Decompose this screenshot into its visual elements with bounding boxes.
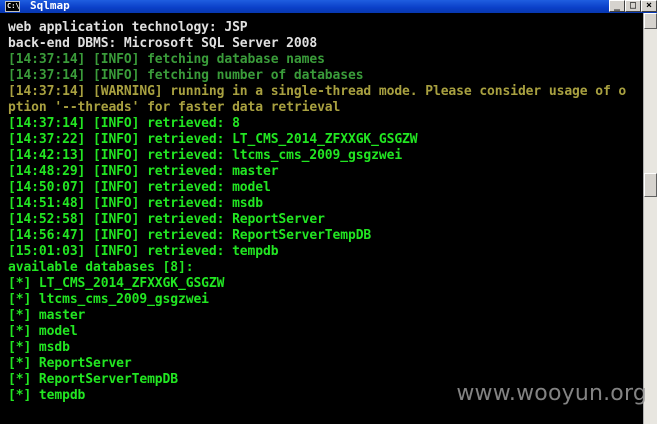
console-line: web application technology: JSP [8, 20, 248, 35]
console-line: available databases [8]: [8, 260, 194, 275]
console-line: [14:37:22] [INFO] retrieved: LT_CMS_2014… [8, 132, 418, 147]
console-line: [14:48:29] [INFO] retrieved: master [8, 164, 279, 179]
database-list-item: [*] ltcms_cms_2009_gsgzwei [8, 292, 209, 307]
database-list-item: [*] LT_CMS_2014_ZFXXGK_GSGZW [8, 276, 225, 291]
database-list-item: [*] msdb [8, 340, 70, 355]
scroll-thumb[interactable] [644, 173, 657, 197]
console-line: [14:42:13] [INFO] retrieved: ltcms_cms_2… [8, 148, 403, 163]
maximize-button[interactable]: □ [625, 0, 641, 12]
console-window: C:\ Sqlmap _ □ × web application technol… [0, 0, 657, 424]
close-button[interactable]: × [641, 0, 657, 12]
console-app-icon[interactable]: C:\ [5, 1, 20, 12]
console-line: [14:37:14] [INFO] fetching number of dat… [8, 68, 364, 83]
console-line-warning: [14:37:14] [WARNING] running in a single… [8, 84, 627, 99]
console-line: [14:51:48] [INFO] retrieved: msdb [8, 196, 263, 211]
console-line: [14:56:47] [INFO] retrieved: ReportServe… [8, 228, 372, 243]
window-title: Sqlmap [30, 0, 70, 12]
title-bar[interactable]: C:\ Sqlmap _ □ × [0, 0, 657, 13]
scroll-up-button[interactable] [644, 13, 657, 29]
console-line: [14:52:58] [INFO] retrieved: ReportServe… [8, 212, 325, 227]
console-output[interactable]: web application technology: JSP back-end… [0, 13, 643, 424]
minimize-button[interactable]: _ [609, 0, 625, 12]
vertical-scrollbar[interactable] [643, 13, 657, 424]
watermark: www.wooyun.org [456, 381, 647, 406]
console-line: [15:01:03] [INFO] retrieved: tempdb [8, 244, 279, 259]
console-line: [14:37:14] [INFO] retrieved: 8 [8, 116, 240, 131]
database-list-item: [*] ReportServer [8, 356, 132, 371]
console-line-warning: ption '--threads' for faster data retrie… [8, 100, 341, 115]
database-list-item: [*] master [8, 308, 86, 323]
database-list-item: [*] ReportServerTempDB [8, 372, 178, 387]
database-list-item: [*] tempdb [8, 388, 86, 403]
database-list-item: [*] model [8, 324, 78, 339]
console-line: [14:37:14] [INFO] fetching database name… [8, 52, 325, 67]
console-line: back-end DBMS: Microsoft SQL Server 2008 [8, 36, 318, 51]
console-line: [14:50:07] [INFO] retrieved: model [8, 180, 271, 195]
